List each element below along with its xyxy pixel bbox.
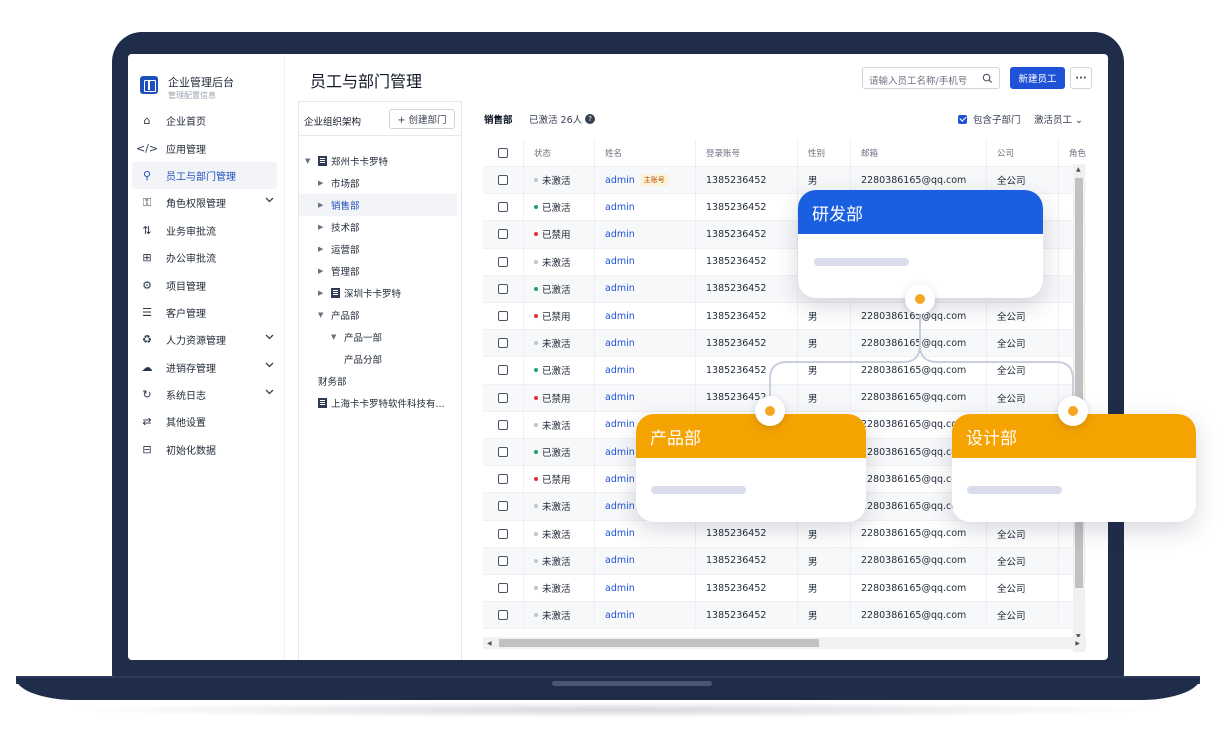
connector-line-product — [769, 300, 921, 410]
card-rd: 研发部 — [798, 190, 1043, 298]
stage: 企业管理后台 管理配置信息 ⌂ 企业首页 </> 应用管理 ⚲ 员工与部门管理 ⚿ 角色权限管… — [0, 0, 1230, 740]
card-rd-title: 研发部 — [798, 190, 1043, 234]
connector-node-design — [1058, 396, 1088, 426]
card-design-placeholder — [967, 486, 1062, 494]
connector-node-product — [755, 396, 785, 426]
card-product-title: 产品部 — [636, 414, 866, 458]
card-product: 产品部 — [636, 414, 866, 522]
org-connector-lines — [769, 300, 1074, 410]
card-design: 设计部 — [952, 414, 1196, 522]
connector-node-rd — [905, 284, 935, 314]
connector-line-design — [919, 344, 1074, 410]
card-product-placeholder — [651, 486, 746, 494]
card-rd-placeholder — [814, 258, 909, 266]
